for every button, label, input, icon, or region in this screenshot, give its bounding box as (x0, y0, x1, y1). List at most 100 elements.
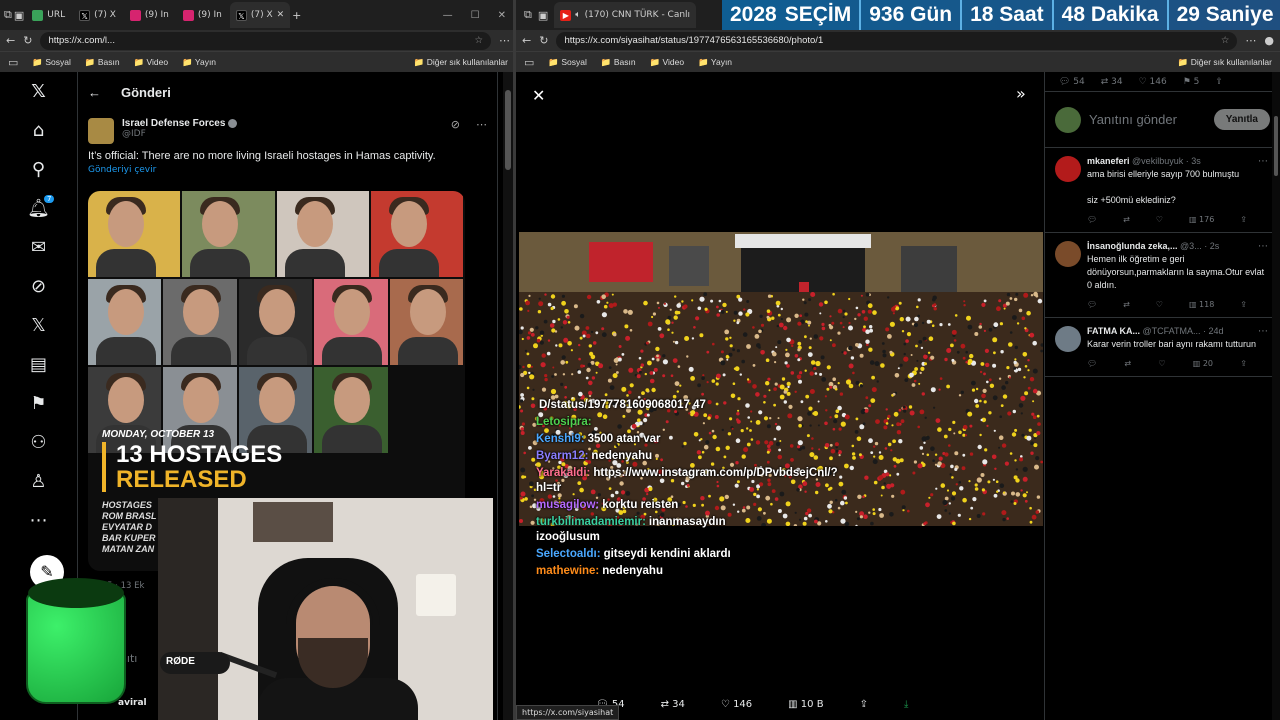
repost-action[interactable]: ⇄ 34 (661, 699, 685, 710)
like-icon[interactable]: ♡ (1156, 300, 1163, 309)
back-icon[interactable]: ← (6, 34, 15, 47)
extensions-icon[interactable]: ⋯ (499, 34, 510, 47)
maximize-icon[interactable]: ☐ (471, 10, 480, 21)
grok-icon[interactable]: ⊘ (0, 267, 77, 306)
profile-avatar-icon[interactable]: ● (1264, 34, 1274, 47)
bookmark-yayin[interactable]: 📁 Yayın (698, 57, 732, 68)
tab-2[interactable]: (9) In (124, 2, 175, 28)
refresh-icon[interactable]: ↻ (23, 34, 32, 47)
reply-input[interactable]: Yanıtını gönder (1089, 112, 1206, 127)
scrollbar-thumb[interactable] (505, 90, 511, 170)
scrollbar-thumb[interactable] (1274, 116, 1278, 176)
lists-icon[interactable]: ▤ (0, 345, 77, 384)
bookmark-yayin[interactable]: 📁 Yayın (182, 57, 216, 68)
bookmark-sosyal[interactable]: 📁 Sosyal (548, 57, 586, 68)
workspaces-icon[interactable]: ⧉ (4, 8, 12, 22)
reading-list-icon[interactable]: ▭ (524, 56, 534, 69)
reply-icon[interactable]: 💬︎ (1087, 359, 1097, 368)
chat-username[interactable]: musagilow: (536, 499, 599, 511)
bookmark-basin[interactable]: 📁 Basın (85, 57, 120, 68)
chat-username[interactable]: Kenshi9: (536, 433, 585, 445)
bookmark-sosyal[interactable]: 📁 Sosyal (32, 57, 70, 68)
messages-icon[interactable]: ✉ (0, 228, 77, 267)
premium-x-icon[interactable]: 𝕏 (0, 306, 77, 345)
back-arrow-icon[interactable]: ← (88, 85, 101, 100)
profile-icon[interactable]: ♙ (0, 462, 77, 501)
communities-icon[interactable]: ⚇ (0, 423, 77, 462)
refresh-icon[interactable]: ↻ (539, 34, 548, 47)
share-icon[interactable]: ⇪ (860, 699, 868, 710)
reply-more-icon[interactable]: ⋯ (1258, 156, 1268, 167)
bookmark-basin[interactable]: 📁 Basın (601, 57, 636, 68)
views-icon[interactable]: ▥ 176 (1189, 215, 1214, 224)
other-bookmarks[interactable]: 📁 Diğer sık kullanılanlar (1178, 57, 1272, 68)
reply-avatar[interactable] (1055, 241, 1081, 267)
url-field[interactable]: https://x.com/siyasihat/status/197747656… (556, 31, 1238, 50)
reply-item[interactable]: İnsanoğlunda zeka,... @3... · 2s Hemen il… (1045, 233, 1280, 318)
share-icon[interactable]: ⇪ (1240, 359, 1247, 368)
author-avatar[interactable] (88, 118, 114, 144)
back-icon[interactable]: ← (522, 34, 531, 47)
bookmark-video[interactable]: 📁 Video (650, 57, 685, 68)
extensions-icon[interactable]: ⋯ (1245, 34, 1256, 47)
audio-icon[interactable]: 🔈︎ (575, 10, 580, 20)
repost-stat[interactable]: ⇄ 34 (1101, 77, 1123, 87)
chat-username[interactable]: Letosipra: (536, 416, 592, 428)
repost-icon[interactable]: ⇄ (1123, 215, 1130, 224)
author-name-row[interactable]: Israel Defense Forces (122, 118, 443, 129)
x-logo-icon[interactable]: 𝕏 (0, 72, 77, 111)
tab-actions-icon[interactable]: ▣ (14, 9, 24, 22)
tab-0[interactable]: URL (26, 2, 71, 28)
more-icon[interactable]: ⋯ (0, 501, 77, 540)
share-icon[interactable]: ⇪ (1215, 77, 1223, 87)
grok-explain-icon[interactable]: ⊘ (451, 118, 460, 131)
bookmark-stat[interactable]: ⚑ 5 (1183, 77, 1200, 87)
post-more-icon[interactable]: ⋯ (476, 118, 487, 131)
chat-username[interactable]: Byarm12: (536, 450, 588, 462)
close-media-icon[interactable]: ✕ (532, 86, 545, 105)
favorite-star-icon[interactable]: ☆ (474, 35, 483, 46)
chat-username[interactable]: turkbilimadamiemir: (536, 516, 646, 528)
reply-avatar[interactable] (1055, 326, 1081, 352)
tab-4[interactable]: 𝕏 (7) X ✕ (229, 2, 291, 28)
repost-icon[interactable]: ⇄ (1123, 300, 1130, 309)
share-icon[interactable]: ⇪ (1240, 300, 1247, 309)
reply-stat[interactable]: 💬︎ 54 (1059, 77, 1085, 87)
reading-list-icon[interactable]: ▭ (8, 56, 18, 69)
tab-1[interactable]: 𝕏 (7) X (73, 2, 122, 28)
share-icon[interactable]: ⇪ (1240, 215, 1247, 224)
bookmarks-icon[interactable]: ⚑ (0, 384, 77, 423)
reply-icon[interactable]: 💬︎ (1087, 300, 1097, 309)
favorite-star-icon[interactable]: ☆ (1221, 35, 1230, 46)
reply-button[interactable]: Yanıtla (1213, 109, 1270, 130)
chat-username[interactable]: mathewine: (536, 565, 599, 577)
views-icon[interactable]: ▥ 20 (1193, 359, 1213, 368)
tab-actions-icon[interactable]: ▣ (538, 9, 548, 22)
chat-username[interactable]: Yarakaldi: (536, 467, 590, 479)
new-tab-icon[interactable]: + (292, 9, 301, 22)
tab-cnn-turk[interactable]: ▶ 🔈︎ (170) CNN TÜRK - Canlı (554, 2, 697, 28)
bookmark-video[interactable]: 📁 Video (134, 57, 169, 68)
reply-item[interactable]: mkaneferi @vekilbuyuk · 3s ama birisi ell… (1045, 148, 1280, 233)
notifications-icon[interactable]: 🔔︎ 7 (0, 189, 77, 228)
reply-item[interactable]: FATMA KA... @TCFATMA... · 24d Karar verin… (1045, 318, 1280, 377)
home-icon[interactable]: ⌂ (0, 111, 77, 150)
like-stat[interactable]: ♡ 146 (1139, 77, 1167, 87)
reply-icon[interactable]: 💬︎ (1087, 215, 1097, 224)
download-icon[interactable]: ⤓ (904, 699, 908, 710)
repost-icon[interactable]: ⇄ (1124, 359, 1131, 368)
close-tab-icon[interactable]: ✕ (277, 10, 285, 20)
views-action[interactable]: ▥ 10 B (788, 699, 823, 710)
reply-author[interactable]: İnsanoğlunda zeka,... @3... · 2s (1087, 241, 1270, 251)
expand-panel-icon[interactable]: » (1016, 84, 1026, 103)
reply-avatar[interactable] (1055, 156, 1081, 182)
tab-3[interactable]: (9) In (177, 2, 228, 28)
close-window-icon[interactable]: ✕ (498, 10, 506, 21)
reply-author[interactable]: mkaneferi @vekilbuyuk · 3s (1087, 156, 1270, 166)
like-icon[interactable]: ♡ (1158, 359, 1165, 368)
minimize-icon[interactable]: — (443, 10, 453, 21)
like-icon[interactable]: ♡ (1156, 215, 1163, 224)
reply-more-icon[interactable]: ⋯ (1258, 241, 1268, 252)
replies-scrollbar[interactable] (1272, 72, 1280, 720)
chat-username[interactable]: Selectoaldı: (536, 548, 601, 560)
